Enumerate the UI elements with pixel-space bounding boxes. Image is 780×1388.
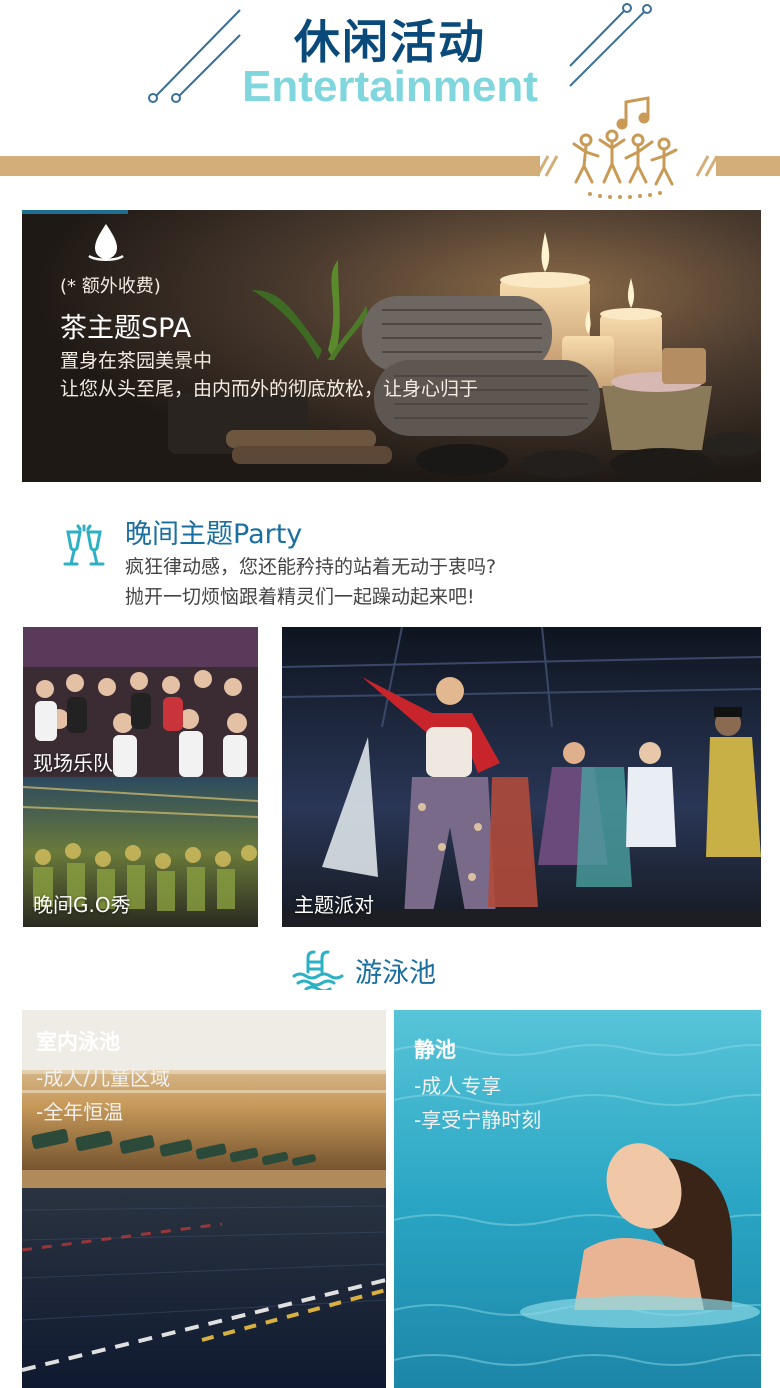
quiet-pool-line-1: -成人专享 — [414, 1074, 502, 1098]
live-band-photo: 现场乐队 — [23, 627, 258, 777]
party-description-line-1: 疯狂律动感，您还能矜持的站着无动于衷吗? — [125, 556, 497, 578]
pool-title: 游泳池 — [355, 958, 436, 989]
party-description-line-2: 抛开一切烦恼跟着精灵们一起躁动起来吧! — [125, 586, 475, 608]
spa-accent-bar — [22, 210, 128, 214]
dancers-icon — [572, 96, 678, 199]
spa-title: 茶主题SPA — [60, 313, 192, 344]
go-show-photo: 晚间G.O秀 — [23, 777, 258, 927]
party-title: 晚间主题Party — [125, 519, 303, 550]
go-show-caption: 晚间G.O秀 — [33, 893, 131, 917]
theme-party-photo: 主题派对 — [282, 627, 761, 927]
header-band-left — [0, 156, 540, 176]
spa-extra-charge-note: (* 额外收费) — [60, 276, 161, 297]
spa-panel: (* 额外收费) 茶主题SPA 置身在茶园美景中 让您从头至尾，由内而外的彻底放… — [22, 210, 761, 482]
theme-party-caption: 主题派对 — [294, 893, 374, 917]
header-band-right — [716, 156, 780, 176]
indoor-pool-heading: 室内泳池 — [36, 1030, 120, 1054]
spa-description-line-2: 让您从头至尾，由内而外的彻底放松，让身心归于 — [60, 378, 479, 400]
champagne-glasses-icon — [63, 524, 105, 566]
quiet-pool-photo: 静池 -成人专享 -享受宁静时刻 — [394, 1010, 761, 1388]
pool-ladder-icon — [292, 950, 344, 990]
quiet-pool-heading: 静池 — [414, 1038, 456, 1062]
quiet-pool-line-2: -享受宁静时刻 — [414, 1108, 542, 1132]
live-band-caption: 现场乐队 — [33, 751, 113, 775]
indoor-pool-photo: 室内泳池 -成人/儿童区域 -全年恒温 — [22, 1010, 386, 1388]
indoor-pool-line-1: -成人/儿童区域 — [36, 1066, 170, 1090]
indoor-pool-line-2: -全年恒温 — [36, 1100, 124, 1124]
spa-description-line-1: 置身在茶园美景中 — [60, 350, 213, 372]
water-drop-icon — [88, 224, 124, 261]
